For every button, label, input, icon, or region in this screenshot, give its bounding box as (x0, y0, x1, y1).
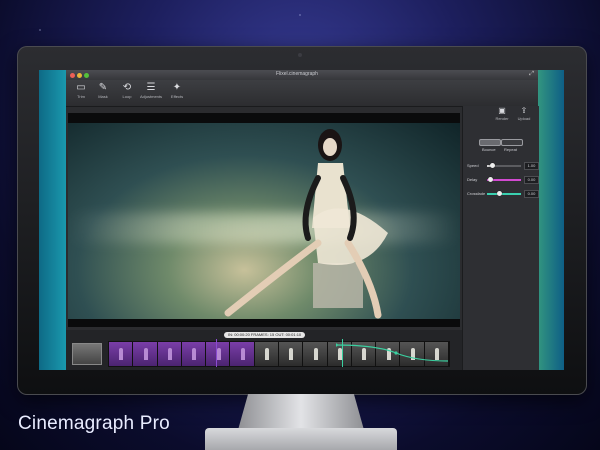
toolbar-mask-label: Mask (98, 94, 108, 99)
bounce-label: Bounce (482, 147, 496, 152)
timeline-frame[interactable] (206, 342, 231, 366)
upload-button[interactable]: ⇪ Upload (515, 106, 533, 126)
crossfade-slider[interactable] (487, 191, 521, 196)
fullscreen-icon[interactable]: ⤢ (529, 71, 534, 78)
frame-figure (265, 348, 270, 360)
speed-slider[interactable] (487, 163, 521, 168)
timeline-frame[interactable] (230, 342, 255, 366)
timeline: IN: 00:00:20 FRAMES: 15 OUT: 00:01:10 (66, 330, 462, 370)
toolbar: ▭ Trim ✎ Mask ⟲ Loop ☰ Adjustments ✦ Eff… (66, 80, 538, 107)
toolbar-trim-button[interactable]: ▭ Trim (70, 82, 92, 104)
crossfade-knob[interactable] (497, 191, 502, 196)
toolbar-adjustments-button[interactable]: ☰ Adjustments (140, 82, 162, 104)
adjustments-icon: ☰ (146, 82, 156, 93)
app-window: Flixel.cinemagraph ⤢ ▭ Trim ✎ Mask ⟲ Loo… (66, 70, 539, 370)
monitor-stand (238, 394, 364, 430)
delay-slider-row: Delay 0.00 (467, 176, 539, 184)
repeat-label: Repeat (504, 147, 517, 152)
frame-figure (143, 348, 148, 360)
toolbar-loop-label: Loop (122, 94, 132, 99)
upload-label: Upload (517, 116, 531, 121)
in-point-marker[interactable] (216, 339, 217, 367)
model-figure (224, 129, 388, 319)
crossfade-fill (487, 193, 521, 195)
render-icon: ▣ (498, 106, 506, 115)
crossfade-value-field[interactable]: 0.00 (524, 190, 539, 198)
repeat-toggle[interactable] (501, 139, 523, 146)
delay-value-field[interactable]: 0.00 (524, 176, 539, 184)
trim-icon: ▭ (76, 82, 86, 93)
frame-figure (240, 348, 245, 360)
inspector-panel: ▣ Render ⇪ Upload Bounce Repeat Speed 1.… (462, 106, 539, 370)
window-title: Flixel.cinemagraph (276, 71, 318, 77)
frame-figure (216, 348, 221, 360)
toolbar-effects-button[interactable]: ✦ Effects (166, 82, 188, 104)
speed-slider-row: Speed 1.00 (467, 162, 539, 170)
timeline-frame[interactable] (133, 342, 158, 366)
speed-label: Speed (467, 163, 479, 168)
close-button[interactable] (70, 73, 75, 78)
delay-label: Delay (467, 177, 478, 182)
crossfade-slider-row: Crossfade 0.00 (467, 190, 539, 198)
render-label: Render (495, 116, 509, 121)
effects-icon: ✦ (172, 82, 182, 93)
title-bar: Flixel.cinemagraph ⤢ (66, 70, 538, 80)
render-button[interactable]: ▣ Render (493, 106, 511, 126)
brush-icon: ✎ (98, 82, 108, 93)
source-thumbnail[interactable] (72, 343, 102, 365)
timeline-frame[interactable] (278, 342, 304, 366)
toolbar-effects-label: Effects (170, 94, 184, 99)
timeline-frame[interactable] (303, 342, 328, 366)
toolbar-mask-button[interactable]: ✎ Mask (92, 82, 114, 104)
product-name: Cinemagraph Pro (18, 413, 170, 434)
frame-figure (313, 348, 318, 360)
frame-figure (119, 348, 124, 360)
preview-image[interactable] (68, 123, 460, 319)
frame-figure (289, 348, 294, 360)
toolbar-adjustments-label: Adjustments (140, 94, 163, 99)
timeline-frame[interactable] (109, 342, 134, 366)
frame-figure (168, 348, 173, 360)
speed-knob[interactable] (490, 163, 495, 168)
crossfade-label: Crossfade (467, 191, 486, 196)
upload-icon: ⇪ (520, 106, 528, 115)
toolbar-trim-label: Trim (77, 94, 85, 99)
timeline-frame[interactable] (254, 342, 279, 366)
timecode-readout: IN: 00:00:20 FRAMES: 15 OUT: 00:01:10 (224, 332, 306, 338)
frame-figure (192, 348, 197, 360)
timeline-frame[interactable] (181, 342, 207, 366)
timeline-frame[interactable] (157, 342, 182, 366)
zoom-button[interactable] (84, 73, 89, 78)
loop-icon: ⟲ (122, 82, 132, 93)
preview-stage (68, 113, 460, 327)
speed-value-field[interactable]: 1.00 (524, 162, 539, 170)
bounce-toggle[interactable] (479, 139, 501, 146)
delay-slider[interactable] (487, 177, 521, 182)
minimize-button[interactable] (77, 73, 82, 78)
delay-knob[interactable] (488, 177, 493, 182)
camera-icon (298, 53, 302, 57)
toolbar-loop-button[interactable]: ⟲ Loop (116, 82, 138, 104)
crossfade-curve (336, 343, 448, 362)
monitor-base (205, 428, 397, 450)
